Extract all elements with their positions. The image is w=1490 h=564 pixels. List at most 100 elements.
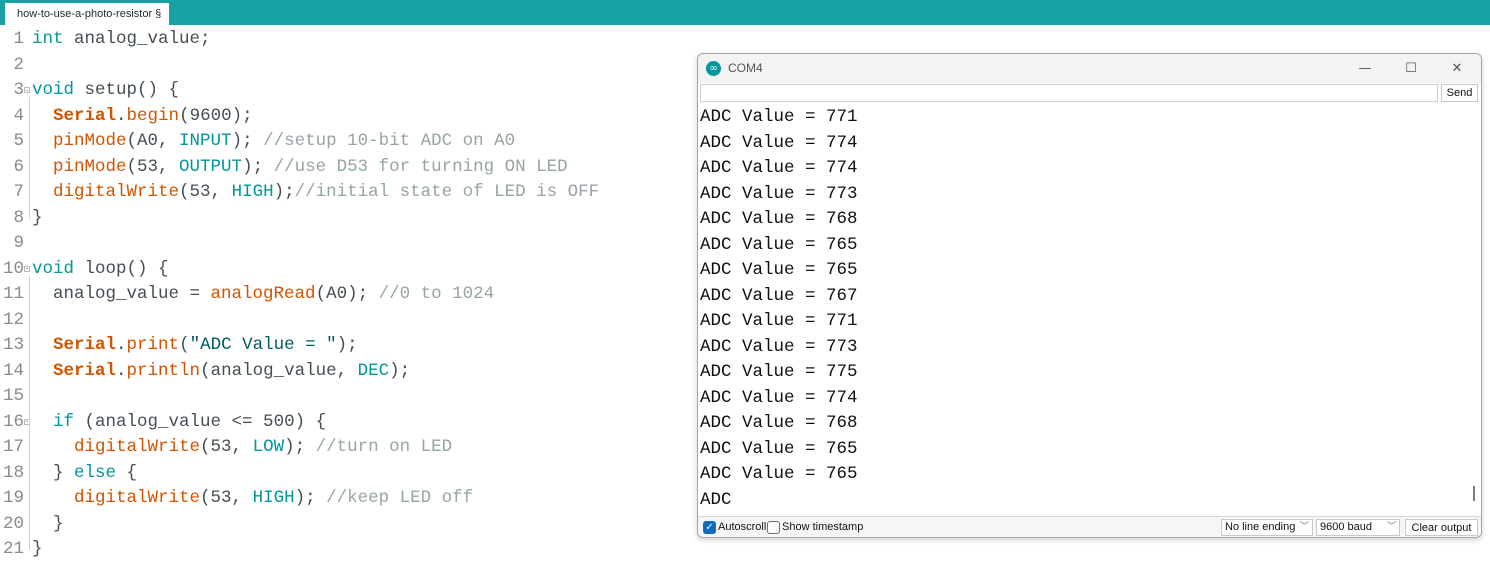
code-token: } — [32, 462, 75, 483]
code-token: analogRead — [210, 284, 316, 304]
code-token: setup() { — [74, 80, 180, 100]
code-token: . — [116, 105, 127, 126]
output-scrollbar[interactable] — [1467, 105, 1481, 517]
code-text: digitalWrite(53, HIGH); //keep LED off — [32, 486, 473, 511]
line-number: 2 — [13, 54, 24, 75]
serial-output-line: ADC Value = 773 — [700, 336, 858, 357]
line-number: 13 — [2, 335, 24, 355]
line-number: 15 — [2, 386, 24, 406]
fold-toggle-icon[interactable] — [24, 265, 30, 272]
title-bar[interactable]: ∞ COM4 — ☐ ✕ — [698, 54, 1481, 83]
fold-guide — [29, 97, 30, 219]
clear-output-button[interactable]: Clear output — [1405, 519, 1478, 536]
code-line[interactable]: 20 } — [0, 512, 690, 537]
code-text: pinMode(53, OUTPUT); //use D53 for turni… — [32, 155, 568, 180]
line-number: 5 — [13, 131, 24, 151]
code-text: int analog_value; — [32, 27, 211, 52]
code-line[interactable]: 5 pinMode(A0, INPUT); //setup 10-bit ADC… — [0, 129, 690, 154]
code-text: analog_value = analogRead(A0); //0 to 10… — [32, 282, 494, 307]
code-token: (A0, — [126, 131, 180, 151]
code-token: //use D53 for turning ON LED — [273, 156, 568, 177]
code-token: ); — [389, 360, 411, 381]
code-token: INPUT — [179, 131, 232, 151]
code-line[interactable]: 1 int analog_value; — [0, 27, 690, 52]
close-icon[interactable]: ✕ — [1434, 54, 1480, 83]
sketch-tab[interactable]: how-to-use-a-photo-resistor § — [5, 3, 170, 25]
serial-output-line: ADC Value = 765 — [700, 234, 858, 255]
code-text: Serial.print("ADC Value = "); — [32, 333, 358, 358]
code-line[interactable]: 15 — [0, 384, 690, 409]
code-token: HIGH — [231, 182, 274, 202]
code-line[interactable]: 17 digitalWrite(53, LOW); //turn on LED — [0, 435, 690, 460]
autoscroll-checkbox[interactable]: ✓ — [703, 521, 716, 534]
code-line[interactable]: 14 Serial.println(analog_value, DEC); — [0, 359, 690, 384]
code-line[interactable]: 9 — [0, 231, 690, 256]
sketch-tab-bar: how-to-use-a-photo-resistor § — [0, 0, 1490, 25]
line-number: 18 — [2, 462, 24, 483]
code-line[interactable]: 10 void loop() { — [0, 257, 690, 282]
serial-output-line: ADC Value = 774 — [700, 158, 858, 178]
code-token: void — [32, 258, 75, 279]
fold-guide — [29, 428, 30, 525]
code-line[interactable]: 21} — [0, 537, 690, 562]
code-line[interactable]: 16 if (analog_value <= 500) { — [0, 410, 690, 435]
code-line[interactable]: 2 — [0, 53, 690, 78]
serial-output-line: ADC Value = 771 — [700, 107, 858, 127]
code-token: Serial — [53, 335, 117, 355]
code-token: else — [74, 462, 117, 483]
serial-output-line: ADC Value = 767 — [700, 285, 858, 306]
code-token: ); — [242, 156, 274, 177]
serial-monitor-window: ∞ COM4 — ☐ ✕ Send ADC Value = 771 ADC Val… — [697, 53, 1482, 538]
code-text: Serial.begin(9600); — [32, 104, 253, 129]
line-ending-select[interactable]: No line ending ﹀ — [1221, 519, 1313, 536]
serial-output[interactable]: ADC Value = 771 ADC Value = 774 ADC Value … — [698, 105, 1467, 517]
code-line[interactable]: 12 — [0, 308, 690, 333]
code-line[interactable]: 13 Serial.print("ADC Value = "); — [0, 333, 690, 358]
code-line[interactable]: 18 } else { — [0, 461, 690, 486]
maximize-icon[interactable]: ☐ — [1388, 54, 1434, 83]
code-token: print — [126, 335, 180, 355]
code-line[interactable]: 7 digitalWrite(53, HIGH);//initial state… — [0, 180, 690, 205]
scrollbar-thumb[interactable] — [1473, 486, 1475, 501]
code-token: (9600); — [179, 105, 253, 126]
timestamp-checkbox[interactable] — [767, 521, 780, 534]
serial-output-line: ADC Value = 774 — [700, 387, 858, 408]
code-token: analog_value; — [63, 29, 211, 49]
code-token: Serial — [53, 105, 117, 126]
code-text: void setup() { — [32, 78, 179, 103]
serial-output-line: ADC Value = 773 — [700, 183, 858, 204]
code-text: } — [32, 512, 64, 537]
code-editor[interactable]: 1 int analog_value; 2 3 void setup() {4 Seri… — [0, 27, 690, 564]
autoscroll-label[interactable]: Autoscroll — [718, 517, 766, 537]
code-line[interactable]: 3 void setup() { — [0, 78, 690, 103]
line-ending-value: No line ending — [1225, 521, 1296, 533]
arduino-logo-icon: ∞ — [706, 61, 721, 76]
code-line[interactable]: 19 digitalWrite(53, HIGH); //keep LED of… — [0, 486, 690, 511]
line-number: 11 — [2, 284, 24, 304]
code-line[interactable]: 4 Serial.begin(9600); — [0, 104, 690, 129]
serial-output-line: ADC Value = 765 — [700, 464, 858, 484]
code-token: //initial state of LED is OFF — [294, 182, 600, 202]
code-token: HIGH — [252, 488, 295, 508]
code-line[interactable]: 6 pinMode(53, OUTPUT); //use D53 for tur… — [0, 155, 690, 180]
code-token: DEC — [357, 360, 390, 381]
send-button[interactable]: Send — [1441, 84, 1478, 102]
window-title: COM4 — [728, 61, 763, 75]
timestamp-label[interactable]: Show timestamp — [782, 517, 863, 537]
minimize-icon[interactable]: — — [1342, 54, 1388, 83]
serial-output-line: ADC Value = 765 — [700, 438, 858, 459]
fold-toggle-icon[interactable] — [24, 87, 30, 93]
baud-rate-select[interactable]: 9600 baud ﹀ — [1316, 519, 1400, 536]
send-row: Send — [698, 83, 1481, 103]
code-line[interactable]: 8} — [0, 206, 690, 231]
code-token: Serial — [53, 360, 117, 381]
line-number: 14 — [2, 360, 24, 381]
code-text: digitalWrite(53, HIGH);//initial state o… — [32, 180, 599, 205]
serial-output-line: ADC Value = 774 — [700, 132, 858, 153]
line-number: 16 — [2, 411, 24, 432]
serial-input[interactable] — [700, 84, 1438, 102]
code-line[interactable]: 11 analog_value = analogRead(A0); //0 to… — [0, 282, 690, 307]
